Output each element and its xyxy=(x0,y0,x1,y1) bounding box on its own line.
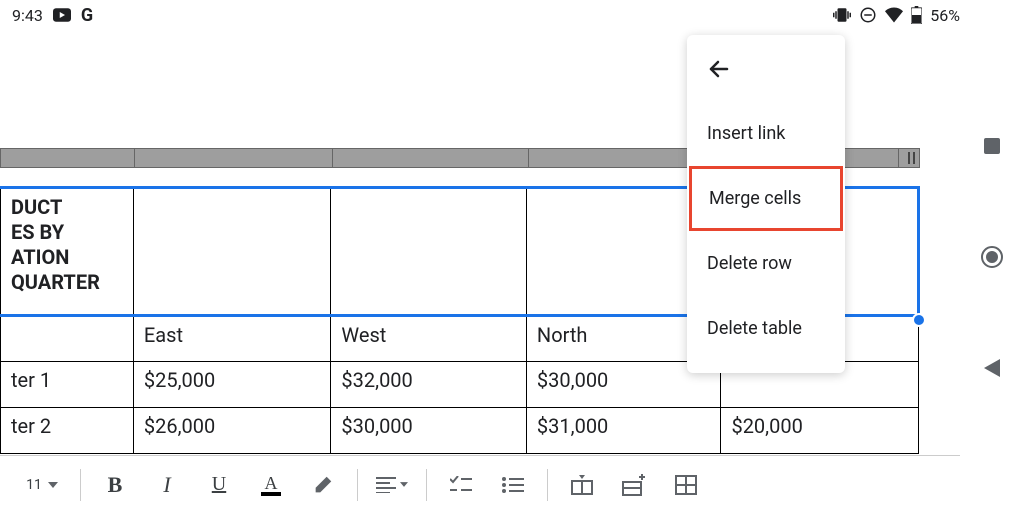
menu-back-button[interactable] xyxy=(687,51,845,101)
nav-back-button[interactable] xyxy=(980,356,1004,380)
chevron-down-icon xyxy=(48,482,58,488)
menu-insert-link[interactable]: Insert link xyxy=(687,101,845,166)
toolbar-separator xyxy=(80,469,81,501)
nav-recents-button[interactable] xyxy=(980,134,1004,158)
table-cell[interactable]: $20,000 xyxy=(721,408,919,454)
context-menu: Insert link Merge cells Delete row Delet… xyxy=(687,35,845,373)
table-cell[interactable]: $26,000 xyxy=(133,408,331,454)
formatting-toolbar: 11 B I U A xyxy=(0,455,960,513)
table-cell[interactable]: $32,000 xyxy=(331,362,527,408)
menu-delete-row[interactable]: Delete row xyxy=(687,231,845,296)
italic-button[interactable]: I xyxy=(141,456,193,513)
google-icon: G xyxy=(81,5,93,26)
battery-percent: 56% xyxy=(930,6,960,25)
align-button[interactable] xyxy=(366,456,418,513)
toolbar-separator xyxy=(547,469,548,501)
table-cell[interactable] xyxy=(331,188,527,316)
table-cell[interactable] xyxy=(1,316,134,362)
table-row[interactable]: ter 2 $26,000 $30,000 $31,000 $20,000 xyxy=(1,408,919,454)
table-cell[interactable]: East xyxy=(133,316,331,362)
vibrate-icon xyxy=(833,6,851,24)
dnd-icon xyxy=(859,6,877,24)
selection-handle[interactable] xyxy=(912,313,926,327)
bullet-list-button[interactable] xyxy=(487,456,539,513)
underline-button[interactable]: U xyxy=(193,456,245,513)
table-cell[interactable]: ter 1 xyxy=(1,362,134,408)
nav-home-button[interactable] xyxy=(980,245,1004,269)
menu-merge-cells[interactable]: Merge cells xyxy=(689,166,843,231)
table-cell[interactable] xyxy=(133,188,331,316)
table-header-cell[interactable]: DUCTES BYATION QUARTER xyxy=(1,188,134,316)
youtube-icon xyxy=(53,8,71,22)
text-color-button[interactable]: A xyxy=(245,456,297,513)
toolbar-separator xyxy=(426,469,427,501)
font-size-selector[interactable]: 11 xyxy=(12,456,72,513)
battery-icon xyxy=(911,6,922,24)
table-cell[interactable]: West xyxy=(331,316,527,362)
checklist-button[interactable] xyxy=(435,456,487,513)
table-cell[interactable]: $25,000 xyxy=(133,362,331,408)
status-time: 9:43 xyxy=(12,6,43,25)
table-cell[interactable]: $30,000 xyxy=(331,408,527,454)
add-row-button[interactable] xyxy=(608,456,660,513)
menu-delete-table[interactable]: Delete table xyxy=(687,296,845,361)
status-bar: 9:43 G 56% xyxy=(0,0,1024,30)
toolbar-separator xyxy=(357,469,358,501)
insert-button[interactable] xyxy=(556,456,608,513)
highlight-button[interactable] xyxy=(297,456,349,513)
table-cell[interactable]: $31,000 xyxy=(526,408,721,454)
bold-button[interactable]: B xyxy=(89,456,141,513)
nav-rail xyxy=(960,0,1024,513)
table-cell[interactable]: ter 2 xyxy=(1,408,134,454)
table-button[interactable] xyxy=(660,456,712,513)
wifi-icon xyxy=(885,7,903,23)
